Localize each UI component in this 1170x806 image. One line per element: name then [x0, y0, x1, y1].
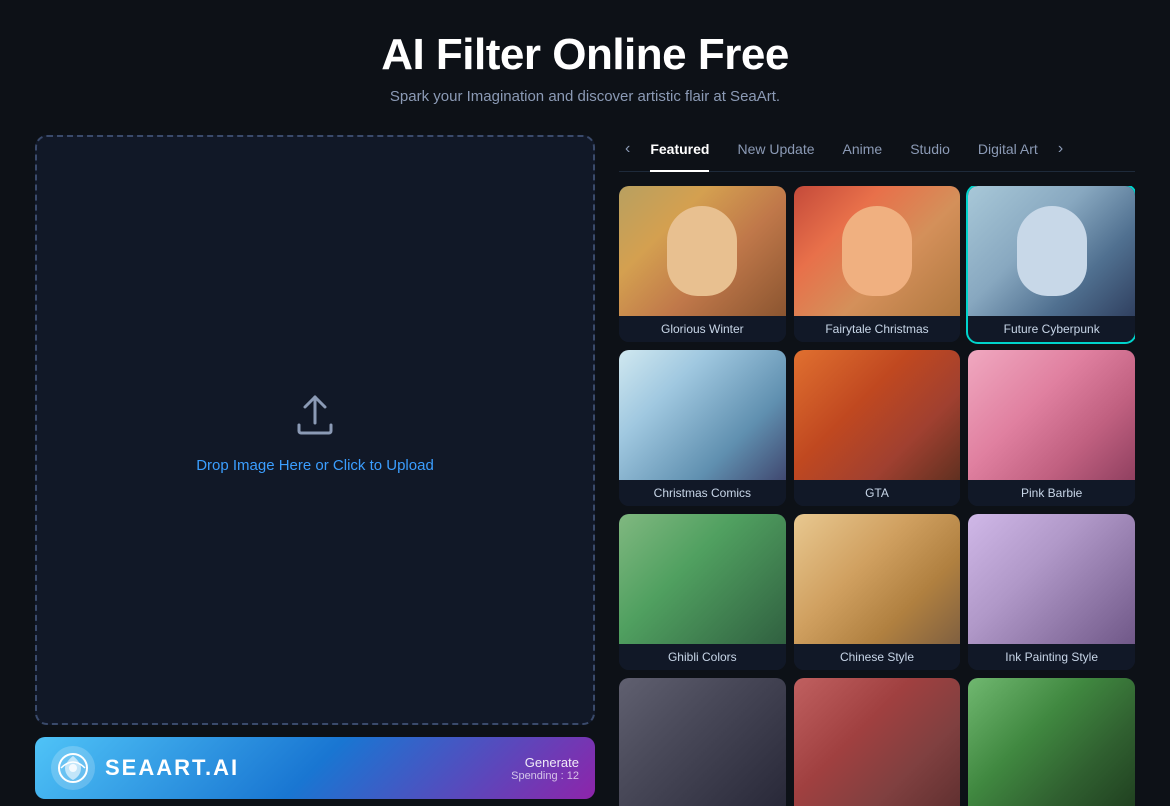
filter-label-pink-barbie: Pink Barbie [968, 480, 1135, 506]
filter-card-ghibli-colors[interactable]: Ghibli Colors [619, 514, 786, 670]
filter-card-row4-1[interactable] [619, 678, 786, 806]
filter-label-fairytale-christmas: Fairytale Christmas [794, 316, 961, 342]
filter-image-row4-1 [619, 678, 786, 806]
filter-label-future-cyberpunk: Future Cyberpunk [968, 316, 1135, 342]
upload-panel[interactable]: Drop Image Here or Click to Upload [35, 135, 595, 725]
filter-grid: Glorious Winter Fairytale Christmas Future… [619, 186, 1135, 806]
brand-logo: SEAART.AI [51, 746, 239, 790]
tab-digital-art[interactable]: Digital Art [964, 135, 1052, 163]
filter-image-christmas-comics [619, 350, 786, 480]
filter-card-future-cyberpunk[interactable]: Future Cyberpunk [968, 186, 1135, 342]
main-content: Drop Image Here or Click to Upload SEAAR… [35, 135, 1135, 806]
tab-scroll-right[interactable]: › [1052, 140, 1069, 158]
tab-studio[interactable]: Studio [896, 135, 964, 163]
filter-label-ink-painting-style: Ink Painting Style [968, 644, 1135, 670]
logo-circle [51, 746, 95, 790]
filter-image-glorious-winter [619, 186, 786, 316]
filter-image-row4-2 [794, 678, 961, 806]
filter-image-ghibli-colors [619, 514, 786, 644]
filter-card-glorious-winter[interactable]: Glorious Winter [619, 186, 786, 342]
filter-image-fairytale-christmas [794, 186, 961, 316]
filter-label-christmas-comics: Christmas Comics [619, 480, 786, 506]
filter-label-gta: GTA [794, 480, 961, 506]
seaart-logo-icon [57, 752, 89, 784]
filter-label-glorious-winter: Glorious Winter [619, 316, 786, 342]
generate-info: Generate Spending : 12 [511, 755, 579, 782]
tab-scroll-left[interactable]: ‹ [619, 140, 636, 158]
filter-card-pink-barbie[interactable]: Pink Barbie [968, 350, 1135, 506]
upload-icon [287, 387, 343, 443]
brand-name: SEAART.AI [105, 755, 239, 781]
filter-card-christmas-comics[interactable]: Christmas Comics [619, 350, 786, 506]
filter-image-ink-painting-style [968, 514, 1135, 644]
bottom-bar: SEAART.AI Generate Spending : 12 [35, 737, 595, 799]
tabs-bar: ‹ Featured New Update Anime Studio Digit… [619, 135, 1135, 172]
page-wrapper: AI Filter Online Free Spark your Imagina… [0, 0, 1170, 806]
filter-card-row4-2[interactable] [794, 678, 961, 806]
filter-card-ink-painting-style[interactable]: Ink Painting Style [968, 514, 1135, 670]
tab-anime[interactable]: Anime [829, 135, 897, 163]
filter-image-row4-3 [968, 678, 1135, 806]
spending-label: Spending : 12 [511, 770, 579, 782]
filter-image-future-cyberpunk [968, 186, 1135, 316]
filter-image-pink-barbie [968, 350, 1135, 480]
filter-label-chinese-style: Chinese Style [794, 644, 961, 670]
filter-card-fairytale-christmas[interactable]: Fairytale Christmas [794, 186, 961, 342]
page-subtitle: Spark your Imagination and discover arti… [381, 88, 789, 105]
filter-card-gta[interactable]: GTA [794, 350, 961, 506]
header: AI Filter Online Free Spark your Imagina… [381, 0, 789, 125]
filter-card-chinese-style[interactable]: Chinese Style [794, 514, 961, 670]
page-title: AI Filter Online Free [381, 30, 789, 80]
generate-label: Generate [511, 755, 579, 770]
tab-new-update[interactable]: New Update [723, 135, 828, 163]
filter-card-row4-3[interactable] [968, 678, 1135, 806]
filter-label-ghibli-colors: Ghibli Colors [619, 644, 786, 670]
upload-text: Drop Image Here or Click to Upload [196, 457, 434, 474]
tab-featured[interactable]: Featured [636, 135, 723, 163]
filter-image-gta [794, 350, 961, 480]
filter-image-chinese-style [794, 514, 961, 644]
filter-panel: ‹ Featured New Update Anime Studio Digit… [619, 135, 1135, 806]
